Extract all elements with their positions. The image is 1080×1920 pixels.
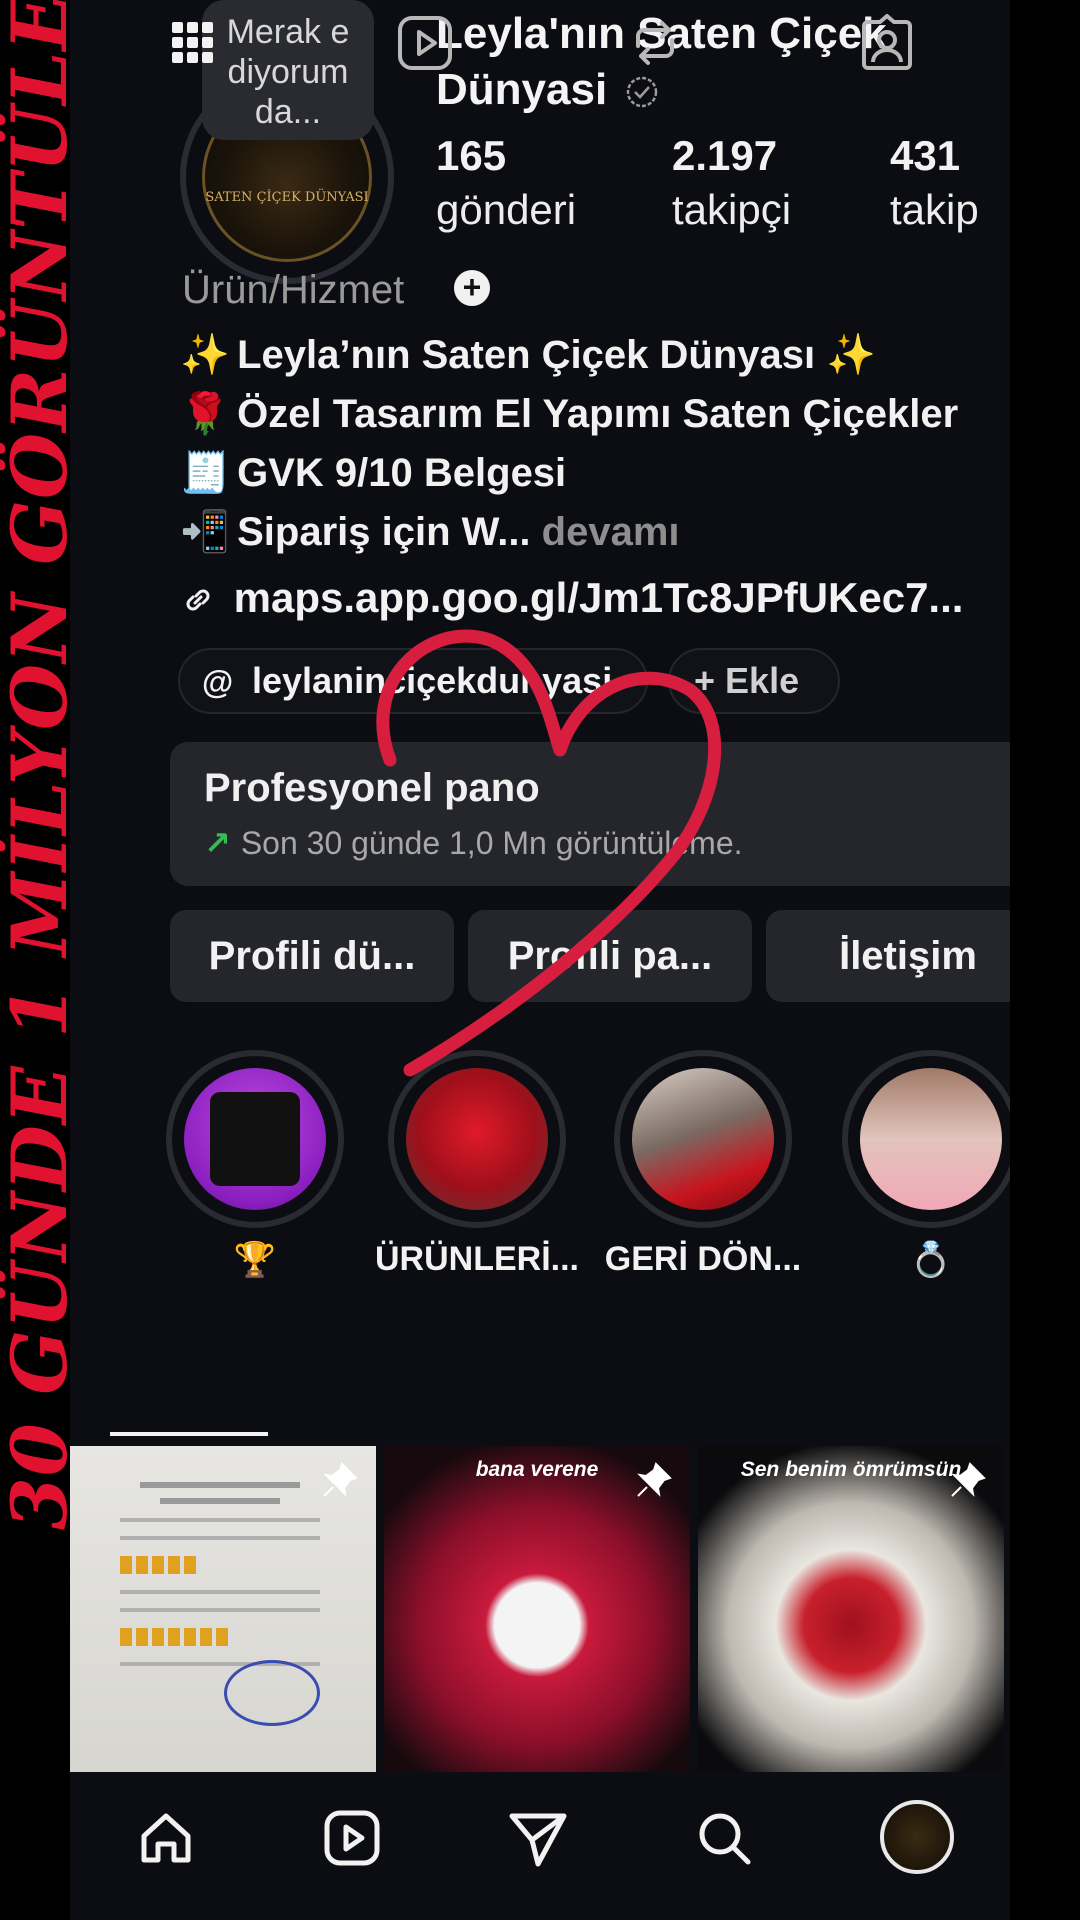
- contact-button[interactable]: İletişim: [766, 910, 1010, 1002]
- highlight-ring: [842, 1050, 1010, 1228]
- reposts-icon[interactable]: [624, 12, 686, 74]
- profile-category: Ürün/Hizmet: [182, 268, 405, 312]
- reels-icon[interactable]: [320, 1806, 384, 1870]
- add-chip-label: Ekle: [725, 660, 800, 701]
- stat-following[interactable]: 431 takip: [890, 130, 979, 238]
- pin-icon: [637, 1462, 672, 1497]
- profile-link-text: maps.app.goo.gl/Jm1Tc8JPfUKec7...: [233, 574, 964, 621]
- rose-icon: 🌹: [180, 392, 230, 436]
- bio-line: ✨ Leyla’nın Saten Çiçek Dünyası ✨: [180, 326, 1010, 385]
- post-thumbnail[interactable]: Sen benim ömrümsün: [698, 1446, 1004, 1772]
- pin-icon: [323, 1462, 358, 1497]
- bio-text: Leyla’nın Saten Çiçek Dünyası ✨: [237, 333, 877, 377]
- pin-icon: [951, 1462, 986, 1497]
- profile-avatar-nav[interactable]: [880, 1800, 954, 1874]
- threads-handle: leylaninciçekdunyasi: [252, 660, 613, 701]
- highlight-cover-image: [860, 1068, 1002, 1210]
- verified-badge-icon: [627, 77, 658, 108]
- threads-icon: @: [202, 664, 234, 700]
- dashboard-subtitle: ↗ Son 30 günde 1,0 Mn görüntüleme.: [204, 824, 743, 862]
- bio-line: 🧾 GVK 9/10 Belgesi: [180, 444, 1010, 503]
- highlight-ring: [614, 1050, 792, 1228]
- profile-note[interactable]: Merak e diyorum da...: [202, 0, 374, 140]
- highlight-label: GERİ DÖN...: [604, 1240, 802, 1278]
- phone-arrow-icon: 📲: [180, 510, 230, 554]
- stat-followers[interactable]: 2.197 takipçi: [672, 130, 791, 238]
- tagged-icon[interactable]: [856, 12, 918, 74]
- add-link-chip[interactable]: + Ekle: [668, 648, 840, 714]
- trend-up-icon: ↗: [204, 825, 231, 861]
- bio-line: 📲 Sipariş için W... devamı: [180, 503, 1010, 562]
- professional-dashboard[interactable]: Profesyonel pano ↗ Son 30 günde 1,0 Mn gö…: [170, 742, 1010, 886]
- grid-icon[interactable]: [162, 12, 224, 74]
- home-icon[interactable]: [134, 1806, 198, 1870]
- send-icon[interactable]: [506, 1806, 570, 1870]
- bio-more-link[interactable]: devamı: [542, 510, 680, 554]
- highlight-cover-image: [406, 1068, 548, 1210]
- stat-posts[interactable]: 165 gönderi: [436, 130, 576, 238]
- stat-posts-value: 165: [436, 132, 507, 179]
- bio-text: GVK 9/10 Belgesi: [237, 451, 567, 495]
- highlight-label: ÜRÜNLERİ...: [375, 1240, 579, 1278]
- highlight-cover-image: [184, 1068, 326, 1210]
- bio-line: 🌹 Özel Tasarım El Yapımı Saten Çiçekler: [180, 385, 1010, 444]
- reels-icon[interactable]: [394, 12, 456, 74]
- stat-following-value: 431: [890, 132, 961, 179]
- profile-bio: ✨ Leyla’nın Saten Çiçek Dünyası ✨ 🌹 Özel…: [180, 326, 1010, 562]
- sparkles-icon: ✨: [180, 333, 230, 377]
- stat-followers-label: takipçi: [672, 186, 792, 233]
- link-icon: [186, 589, 210, 611]
- dashboard-subtitle-text: Son 30 günde 1,0 Mn görüntüleme.: [240, 825, 743, 861]
- profile-link[interactable]: maps.app.goo.gl/Jm1Tc8JPfUKec7...: [180, 574, 963, 622]
- bottom-navigation: [70, 1776, 1010, 1920]
- bio-text: Özel Tasarım El Yapımı Saten Çiçekler: [237, 392, 959, 436]
- threads-chip[interactable]: @ leylaninciçekdunyasi: [178, 648, 648, 714]
- highlight-ring: [166, 1050, 344, 1228]
- overlay-caption: 30 GÜNDE 1 MİLYON GÖRÜNTÜLEME: [0, 0, 84, 1530]
- share-profile-button[interactable]: Profili pa...: [468, 910, 752, 1002]
- highlight-label: 💍: [909, 1241, 953, 1279]
- highlight-item[interactable]: GERİ DÖN...: [605, 1050, 801, 1279]
- add-story-icon[interactable]: +: [450, 266, 494, 310]
- profile-stats: 165 gönderi 2.197 takipçi 431 takip: [436, 130, 1010, 250]
- highlight-item[interactable]: ÜRÜNLERİ...: [375, 1050, 579, 1279]
- edit-profile-button[interactable]: Profili dü...: [170, 910, 454, 1002]
- instagram-profile-screen: SATEN ÇİÇEK DÜNYASI + Merak e diyorum da…: [70, 0, 1010, 1920]
- highlight-cover-image: [632, 1068, 774, 1210]
- document-image: [110, 1476, 330, 1736]
- active-tab-indicator: [110, 1432, 268, 1436]
- stat-posts-label: gönderi: [436, 186, 577, 233]
- receipt-icon: 🧾: [180, 451, 230, 495]
- highlight-item[interactable]: 🏆: [166, 1050, 344, 1280]
- stat-following-label: takip: [890, 186, 979, 233]
- stat-followers-value: 2.197: [672, 132, 778, 179]
- bio-text: Sipariş için W...: [237, 510, 531, 554]
- dashboard-title: Profesyonel pano: [204, 766, 540, 810]
- search-icon[interactable]: [692, 1806, 756, 1870]
- post-thumbnail[interactable]: bana verene: [384, 1446, 690, 1772]
- highlight-item[interactable]: 💍: [842, 1050, 1010, 1280]
- highlight-label: 🏆: [233, 1241, 277, 1279]
- right-letterbox: [1010, 0, 1080, 1920]
- plus-icon: +: [694, 660, 716, 701]
- highlight-ring: [388, 1050, 566, 1228]
- avatar-logo-text: SATEN ÇİÇEK DÜNYASI: [205, 189, 369, 205]
- post-thumbnail[interactable]: [70, 1446, 376, 1772]
